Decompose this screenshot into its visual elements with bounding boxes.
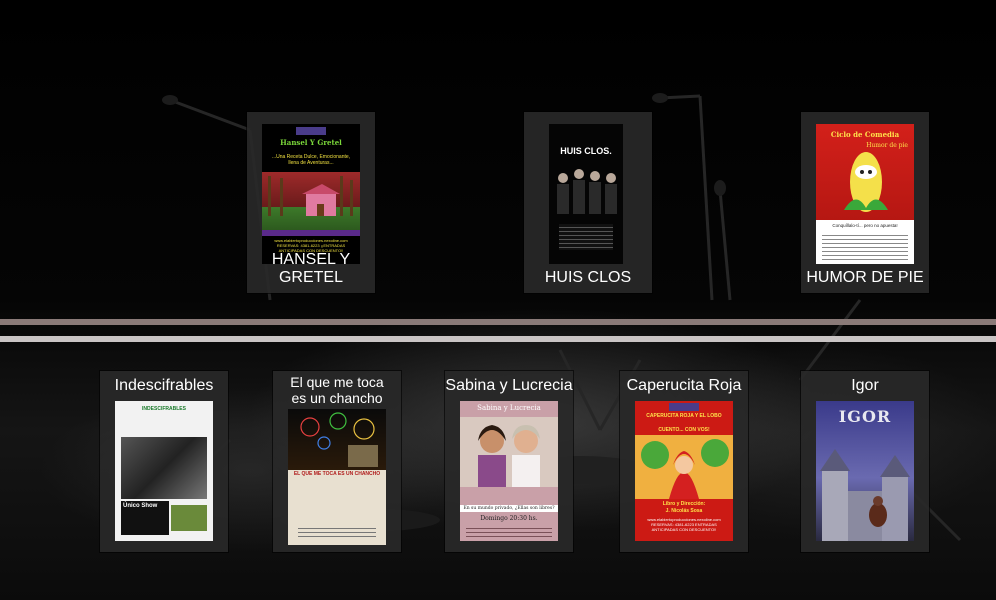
poster-time: Domingo 20:30 hs. — [480, 515, 538, 522]
show-title[interactable]: Sabina y Lucrecia — [445, 377, 573, 395]
show-title-line1: El que me toca — [290, 374, 384, 390]
fireworks-illustration — [300, 412, 378, 467]
poster-heading: INDESCIFRABLES — [142, 406, 186, 412]
poster-huis-clos[interactable]: HUIS CLOS. — [549, 124, 623, 264]
divider-upper — [0, 319, 996, 325]
two-women-photo — [460, 417, 558, 487]
poster-heading: HUIS CLOS. — [560, 146, 612, 156]
producer-logo-icon — [669, 403, 699, 411]
poster-heading: Sabina y Lucrecia — [477, 404, 541, 412]
show-title[interactable]: Caperucita Roja — [620, 377, 748, 395]
show-title[interactable]: HUIS CLOS — [524, 269, 652, 287]
divider-lower — [0, 336, 996, 342]
castle-illustration — [820, 449, 910, 541]
show-card-indescifrables[interactable]: Indescifrables INDESCIFRABLES Único Show — [100, 371, 228, 552]
poster-line: En su mundo privado, ¿Ellas son libres? — [460, 505, 558, 512]
cast-photo — [121, 437, 207, 499]
poster-sub: CUENTO... CON VOS! — [658, 427, 710, 433]
producer-logo-icon — [296, 127, 326, 135]
red-riding-hood-illustration — [635, 435, 733, 499]
poster-heading: IGOR — [838, 407, 892, 426]
credits-block — [298, 525, 376, 539]
show-card-caperucita-roja[interactable]: Caperucita Roja CAPERUCITA ROJA Y EL LOB… — [620, 371, 748, 552]
poster-sabina-y-lucrecia[interactable]: Sabina y Lucrecia En su mundo privado, ¿… — [460, 401, 558, 541]
poster-caperucita-roja[interactable]: CAPERUCITA ROJA Y EL LOBO CUENTO... CON … — [635, 401, 733, 541]
cast-silhouettes — [557, 169, 617, 214]
poster-el-que-me-toca[interactable]: EL QUE ME TOCA ES UN CHANCHO — [288, 409, 386, 545]
poster-heading: CAPERUCITA ROJA Y EL LOBO — [646, 413, 722, 419]
poster-footer: Conquíllalo-tí... pero no apuesta! — [832, 223, 898, 228]
poster-indescifrables[interactable]: INDESCIFRABLES Único Show — [115, 401, 213, 541]
poster-hansel-y-gretel[interactable]: Hansel Y Gretel ...Una Receta Dulce, Emo… — [262, 124, 360, 264]
show-card-el-que-me-toca[interactable]: El que me toca es un chancho EL QUE ME T… — [273, 371, 401, 552]
show-title[interactable]: HANSEL Y GRETEL — [247, 251, 375, 287]
show-title-line2: es un chancho — [291, 390, 383, 406]
poster-credit-name: J. Nicolás Sosa — [665, 508, 703, 514]
show-title[interactable]: Indescifrables — [100, 377, 228, 395]
poster-credit-label: Libro y Dirección: — [662, 501, 706, 507]
poster-heading: Hansel Y Gretel — [280, 138, 342, 147]
credits-block — [559, 224, 613, 250]
gingerbread-house-illustration — [262, 172, 360, 230]
poster-footer: www.elabiertoproducciones.nexoline.com R… — [647, 517, 721, 532]
corn-mascot-illustration — [844, 152, 888, 212]
show-title[interactable]: Igor — [801, 377, 929, 395]
credits-block — [466, 525, 552, 537]
show-card-huis-clos[interactable]: HUIS CLOS. HUIS CLOS — [524, 112, 652, 293]
show-title[interactable]: HUMOR DE PIE — [801, 269, 929, 287]
poster-heading: EL QUE ME TOCA ES UN CHANCHO — [293, 471, 381, 477]
show-card-igor[interactable]: Igor IGOR — [801, 371, 929, 552]
poster-humor-de-pie[interactable]: Ciclo de Comedia Humor de pie Conquíllal… — [816, 124, 914, 264]
show-card-hansel-y-gretel[interactable]: Hansel Y Gretel ...Una Receta Dulce, Emo… — [247, 112, 375, 293]
credits-block — [822, 232, 908, 260]
poster-subheading: Humor de pie — [866, 142, 908, 149]
poster-heading: Ciclo de Comedia — [830, 130, 900, 139]
poster-tagline: ...Una Receta Dulce, Emocionante, llena … — [271, 154, 351, 166]
poster-badge: Único Show — [123, 503, 158, 509]
show-title[interactable]: El que me toca es un chancho — [273, 374, 401, 406]
show-card-sabina-y-lucrecia[interactable]: Sabina y Lucrecia Sabina y Lucrecia En s… — [445, 371, 573, 552]
poster-igor[interactable]: IGOR — [816, 401, 914, 541]
show-card-humor-de-pie[interactable]: Ciclo de Comedia Humor de pie Conquíllal… — [801, 112, 929, 293]
